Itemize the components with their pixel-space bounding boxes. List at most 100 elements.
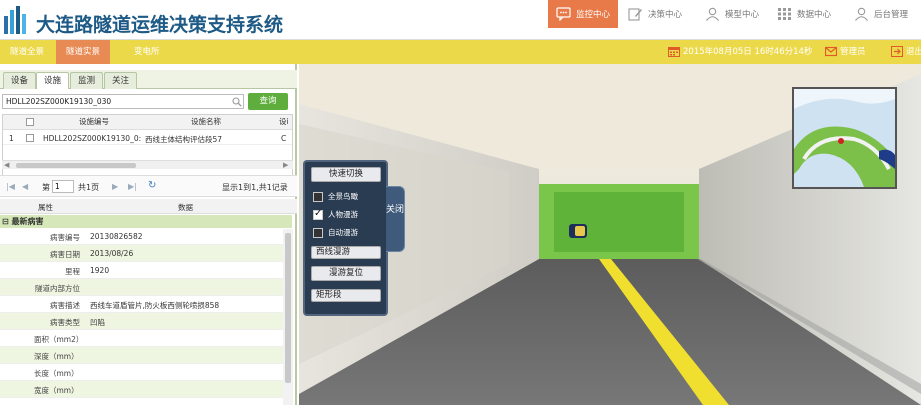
row-code: HDLL202SZ000K19130_0: bbox=[43, 134, 142, 143]
attribute-row[interactable]: 隧道内部方位 bbox=[0, 279, 292, 296]
checkbox[interactable] bbox=[313, 192, 323, 202]
next-page-icon[interactable]: ▶ bbox=[112, 182, 118, 191]
nav-data-center[interactable]: 数据中心 bbox=[769, 0, 839, 28]
nav-label: 决策中心 bbox=[648, 10, 683, 20]
option-panorama[interactable]: 全景鸟瞰 bbox=[313, 191, 358, 202]
subtab-tunnel-realview[interactable]: 隧道实景 bbox=[56, 40, 111, 64]
attribute-key: 病害类型 bbox=[50, 318, 80, 327]
user-icon bbox=[706, 7, 719, 21]
attribute-key: 病害描述 bbox=[50, 301, 80, 310]
attribute-row[interactable]: 里程 1920 bbox=[0, 262, 292, 279]
roam-reset-button[interactable]: 漫游复位 bbox=[311, 266, 381, 281]
facility-table: 设施编号 设施名称 设i 1 HDLL202SZ000K19130_0: 西线主… bbox=[2, 114, 293, 182]
route-select[interactable]: 西线漫游 bbox=[311, 246, 381, 259]
calendar-icon bbox=[668, 47, 680, 57]
search-icon[interactable] bbox=[232, 97, 242, 107]
attribute-key: 隧道内部方位 bbox=[35, 284, 80, 293]
total-pages: 共1页 bbox=[78, 183, 100, 192]
tab-follow[interactable]: 关注 bbox=[104, 72, 138, 89]
attribute-key: 长度（mm） bbox=[34, 369, 79, 378]
nav-model-center[interactable]: 模型中心 bbox=[697, 0, 767, 28]
chat-icon bbox=[556, 7, 571, 21]
app-title: 大连路隧道运维决策支持系统 bbox=[36, 15, 284, 36]
nav-label: 数据中心 bbox=[797, 10, 832, 20]
col-facility-name[interactable]: 设施名称 bbox=[191, 115, 221, 129]
option-auto-roam[interactable]: 自动漫游 bbox=[313, 227, 358, 238]
user-icon bbox=[855, 7, 868, 21]
tab-facility[interactable]: 设施 bbox=[36, 72, 70, 89]
user-name: 管理员 bbox=[840, 47, 866, 57]
quick-switch-button[interactable]: 快速切换 bbox=[311, 167, 381, 182]
row-extra: C bbox=[281, 134, 287, 143]
attribute-group[interactable]: ⊟ 最新病害 bbox=[0, 215, 292, 228]
attribute-row[interactable]: 病害类型 凹陷 bbox=[0, 313, 292, 330]
attribute-value: 2013/08/26 bbox=[90, 249, 134, 258]
attribute-row[interactable]: 面积（mm2） bbox=[0, 330, 292, 347]
scroll-right-icon[interactable]: ▶ bbox=[283, 161, 288, 169]
option-label: 全景鸟瞰 bbox=[328, 192, 358, 201]
attribute-row[interactable]: 病害编号 20130826582 bbox=[0, 228, 292, 245]
app-header: 大连路隧道运维决策支持系统 监控中心 决策中心 模型中心 数据中心 后台管理 bbox=[0, 0, 921, 40]
pager: |◀ ◀ 第 共1页 ▶ ▶| ↻ 显示1到1,共1记录 bbox=[0, 175, 297, 197]
option-person-roam[interactable]: ✓ 人物漫游 bbox=[313, 208, 358, 220]
attribute-row[interactable]: 病害描述 西线车道盾管片,防火板西侧轮喷损858 bbox=[0, 296, 292, 313]
scroll-thumb[interactable] bbox=[285, 233, 291, 383]
col-facility-extra[interactable]: 设i bbox=[279, 115, 289, 129]
logo-icon bbox=[4, 6, 26, 34]
minimap[interactable] bbox=[792, 87, 897, 189]
checkbox-checked[interactable]: ✓ bbox=[313, 208, 323, 220]
nav-decision-center[interactable]: 决策中心 bbox=[620, 0, 690, 28]
horizontal-scrollbar[interactable]: ◀ ▶ bbox=[2, 160, 293, 169]
attribute-key: 病害编号 bbox=[50, 233, 80, 242]
checkbox[interactable] bbox=[313, 228, 323, 238]
page-input[interactable] bbox=[52, 180, 74, 193]
col-facility-code[interactable]: 设施编号 bbox=[79, 115, 109, 129]
attribute-key: 宽度（mm） bbox=[34, 386, 79, 395]
first-page-icon[interactable]: |◀ bbox=[6, 182, 15, 191]
nav-label: 监控中心 bbox=[576, 10, 611, 20]
attribute-value: 西线车道盾管片,防火板西侧轮喷损858 bbox=[90, 301, 220, 310]
tab-equipment[interactable]: 设备 bbox=[3, 72, 37, 89]
datetime-display: 2015年08月05日 16时46分14秒 bbox=[668, 40, 812, 64]
minimap-scene bbox=[794, 89, 895, 187]
row-name: 西线主体结构评估段57 bbox=[145, 135, 223, 144]
nav-monitor-center[interactable]: 监控中心 bbox=[548, 0, 619, 28]
record-summary: 显示1到1,共1记录 bbox=[222, 183, 288, 192]
col-value: 数据 bbox=[178, 203, 193, 212]
attribute-row[interactable]: 病害日期 2013/08/26 bbox=[0, 245, 292, 262]
col-attribute: 属性 bbox=[38, 203, 53, 212]
tab-monitoring[interactable]: 监测 bbox=[70, 72, 104, 89]
prev-page-icon[interactable]: ◀ bbox=[22, 182, 28, 191]
check-icon: ✓ bbox=[314, 208, 323, 219]
user-menu[interactable]: 管理员 bbox=[825, 40, 866, 64]
logout-button[interactable]: 退出 bbox=[891, 40, 921, 64]
subtab-substation[interactable]: 变电所 bbox=[124, 40, 170, 64]
scroll-left-icon[interactable]: ◀ bbox=[4, 161, 9, 169]
last-page-icon[interactable]: ▶| bbox=[128, 182, 137, 191]
attribute-row[interactable]: 长度（mm） bbox=[0, 364, 292, 381]
collapse-icon[interactable]: ⊟ bbox=[2, 217, 9, 226]
search-input[interactable] bbox=[2, 94, 244, 109]
vertical-scrollbar[interactable] bbox=[283, 229, 293, 405]
mail-icon bbox=[825, 46, 837, 57]
query-button[interactable]: 查询 bbox=[248, 93, 288, 110]
logout-icon bbox=[891, 46, 903, 57]
select-all-checkbox[interactable] bbox=[26, 118, 34, 126]
table-row[interactable]: 1 HDLL202SZ000K19130_0: 西线主体结构评估段57 C bbox=[3, 129, 292, 145]
row-index: 1 bbox=[9, 134, 14, 143]
close-panel-tab[interactable]: 关闭 bbox=[386, 186, 405, 252]
refresh-icon[interactable]: ↻ bbox=[148, 180, 156, 191]
page-label: 第 bbox=[42, 183, 50, 192]
scroll-thumb[interactable] bbox=[16, 163, 136, 168]
edit-icon bbox=[628, 8, 642, 21]
attribute-value: 1920 bbox=[90, 266, 110, 275]
segment-select[interactable]: 矩形段 bbox=[311, 289, 381, 302]
attribute-row[interactable]: 深度（mm） bbox=[0, 347, 292, 364]
row-checkbox[interactable] bbox=[26, 134, 34, 142]
left-panel: 设备 设施 监测 关注 查询 设施编号 设施名称 设i 1 HDLL202SZ0… bbox=[0, 64, 297, 405]
panel-tabs: 设备 设施 监测 关注 bbox=[0, 70, 297, 89]
table-header bbox=[3, 115, 292, 129]
nav-admin[interactable]: 后台管理 bbox=[846, 0, 916, 28]
attribute-row[interactable]: 宽度（mm） bbox=[0, 381, 292, 398]
subtab-tunnel-overview[interactable]: 隧道全景 bbox=[0, 40, 54, 64]
